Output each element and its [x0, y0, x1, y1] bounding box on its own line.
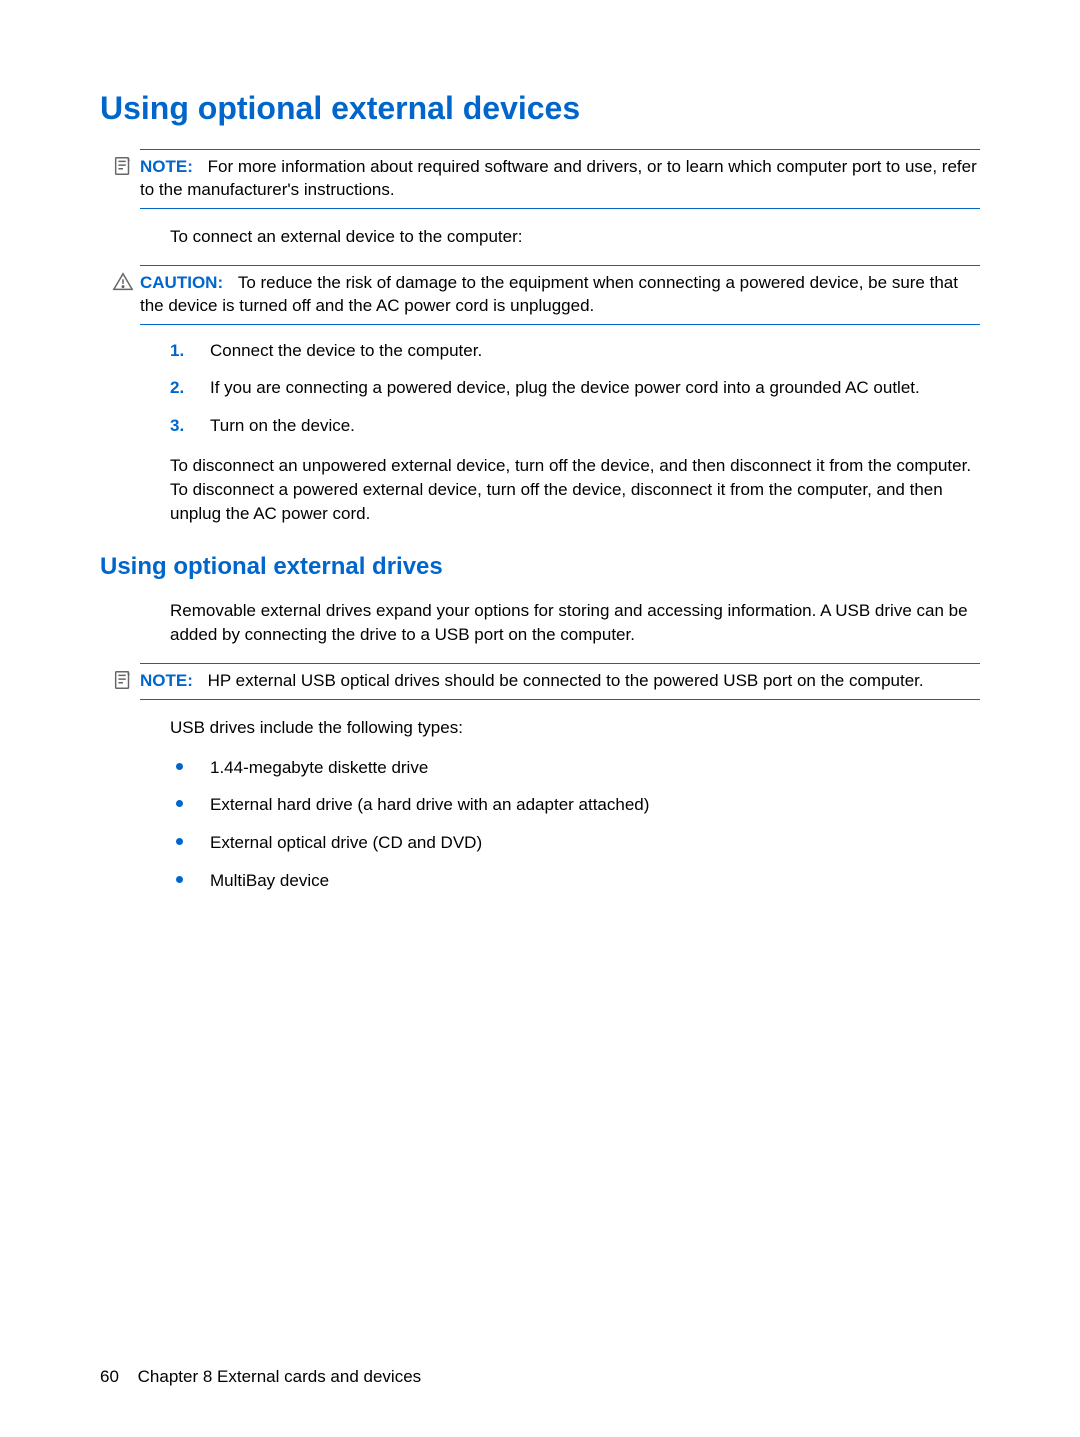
list-item: External optical drive (CD and DVD): [170, 831, 980, 855]
bullet-list: 1.44-megabyte diskette drive External ha…: [170, 756, 980, 893]
paragraph-usb-types: USB drives include the following types:: [170, 716, 980, 740]
step-item: Turn on the device.: [170, 414, 980, 438]
caution-label: CAUTION:: [140, 273, 223, 292]
paragraph-disconnect: To disconnect an unpowered external devi…: [170, 454, 980, 525]
page-title: Using optional external devices: [100, 90, 980, 127]
note-text: HP external USB optical drives should be…: [208, 671, 924, 690]
note-callout-1: NOTE: For more information about require…: [140, 149, 980, 209]
page-number: 60: [100, 1367, 119, 1387]
paragraph-drives-intro: Removable external drives expand your op…: [170, 599, 980, 647]
list-item: 1.44-megabyte diskette drive: [170, 756, 980, 780]
caution-icon: [112, 271, 134, 293]
caution-text: To reduce the risk of damage to the equi…: [140, 273, 958, 315]
note-label: NOTE:: [140, 157, 193, 176]
note-icon: [112, 155, 134, 177]
note-callout-2: NOTE: HP external USB optical drives sho…: [140, 663, 980, 700]
step-item: Connect the device to the computer.: [170, 339, 980, 363]
chapter-label: Chapter 8 External cards and devices: [138, 1367, 422, 1386]
note-label: NOTE:: [140, 671, 193, 690]
caution-callout: CAUTION: To reduce the risk of damage to…: [140, 265, 980, 325]
note-text: For more information about required soft…: [140, 157, 977, 199]
page-footer: 60 Chapter 8 External cards and devices: [100, 1367, 421, 1387]
note-icon: [112, 669, 134, 691]
steps-list: Connect the device to the computer. If y…: [170, 339, 980, 438]
list-item: MultiBay device: [170, 869, 980, 893]
section-heading-drives: Using optional external drives: [100, 553, 980, 581]
step-item: If you are connecting a powered device, …: [170, 376, 980, 400]
list-item: External hard drive (a hard drive with a…: [170, 793, 980, 817]
paragraph-connect-intro: To connect an external device to the com…: [170, 225, 980, 249]
